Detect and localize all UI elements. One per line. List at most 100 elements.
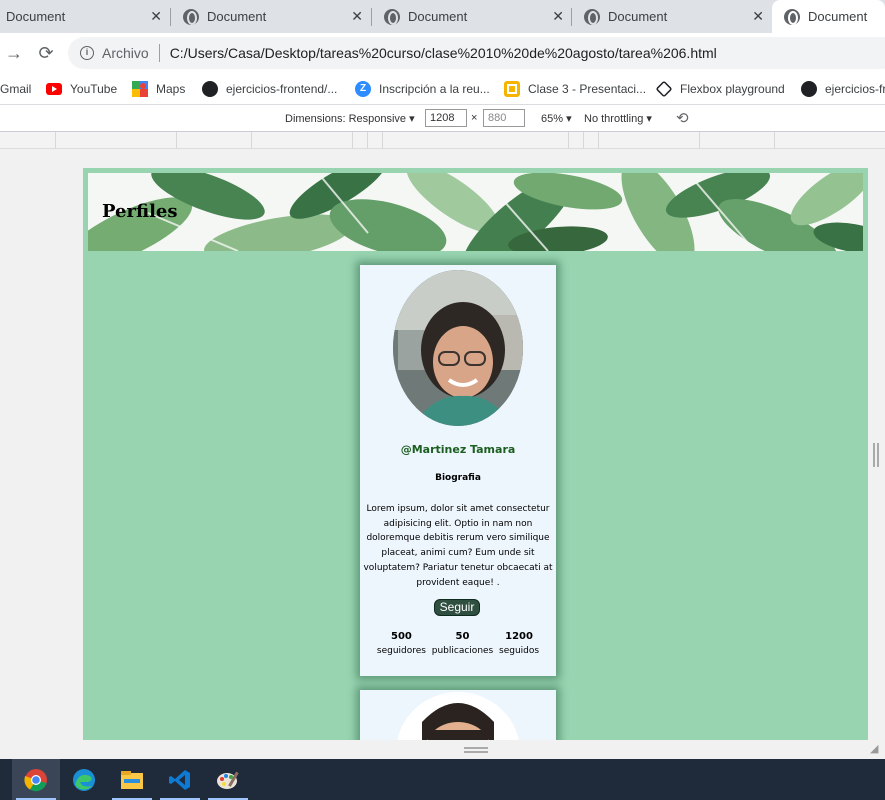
ruler-tick — [583, 132, 584, 149]
youtube-icon — [46, 83, 62, 95]
resize-handle-right[interactable] — [873, 443, 879, 467]
screen: Document ✕ Document ✕ Document ✕ Documen… — [0, 0, 885, 800]
zoom-icon: Z — [355, 81, 371, 97]
profile-card — [360, 690, 556, 740]
close-tab-icon[interactable]: ✕ — [150, 8, 162, 24]
bookmark-github[interactable]: ejercicios-fr — [801, 80, 885, 98]
stat-value: 50 — [455, 631, 470, 642]
ruler-tick — [367, 132, 368, 149]
info-icon[interactable]: i — [80, 46, 94, 60]
tab-title: Document — [408, 9, 468, 24]
edge-icon — [73, 768, 95, 791]
width-input[interactable]: 1208 — [425, 109, 467, 127]
globe-icon — [183, 8, 199, 25]
profile-stats: 500 seguidores 50 publicaciones 1200 seg… — [360, 631, 556, 656]
globe-icon — [384, 8, 400, 25]
browser-tab[interactable]: Document ✕ — [372, 0, 572, 33]
taskbar-paint[interactable] — [204, 759, 252, 800]
profile-card: @Martinez Tamara Biografia Lorem ipsum, … — [360, 265, 556, 676]
browser-toolbar: → ⟳ i Archivo C:/Users/Casa/Desktop/tare… — [0, 33, 885, 73]
bookmark-slides[interactable]: Clase 3 - Presentaci... — [504, 80, 646, 98]
bookmark-label: Flexbox playground — [680, 82, 785, 96]
resize-corner-icon[interactable]: ◢ — [870, 742, 882, 755]
throttling-dropdown[interactable]: No throttling ▾ — [584, 112, 652, 125]
rotate-icon[interactable]: ⟲ — [676, 109, 689, 127]
bookmark-codepen[interactable]: Flexbox playground — [655, 80, 785, 98]
bookmark-label: YouTube — [70, 82, 118, 96]
ruler-tick — [699, 132, 700, 149]
url-text: C:/Users/Casa/Desktop/tareas%20curso/cla… — [169, 45, 717, 61]
globe-icon — [584, 8, 600, 25]
address-bar[interactable]: i Archivo C:/Users/Casa/Desktop/tareas%2… — [68, 37, 885, 69]
bio-text: Lorem ipsum, dolor sit amet consectetur … — [363, 504, 553, 588]
resize-handle-bottom[interactable] — [464, 747, 488, 753]
taskbar-vscode[interactable] — [156, 759, 204, 800]
bookmark-label: ejercicios-frontend/... — [226, 82, 338, 96]
stat-following: 1200 seguidos — [499, 631, 539, 656]
stat-value: 500 — [391, 631, 412, 642]
bookmark-label: Inscripción a la reu... — [379, 82, 490, 96]
bookmark-label: Maps — [156, 82, 186, 96]
profile-photo-image — [397, 692, 519, 740]
omnibox-divider — [158, 44, 160, 62]
stat-followers: 500 seguidores — [377, 631, 426, 656]
bio-heading: Biografia — [435, 473, 481, 483]
ruler-tick — [176, 132, 177, 149]
codepen-icon — [655, 80, 673, 98]
tab-strip: Document ✕ Document ✕ Document ✕ Documen… — [0, 0, 885, 33]
profile-photo — [393, 270, 523, 426]
follow-button[interactable]: Seguir — [434, 599, 480, 616]
browser-tab[interactable]: Document ✕ — [0, 0, 170, 33]
bookmark-gmail[interactable]: Gmail — [0, 80, 31, 98]
taskbar-file-explorer[interactable] — [108, 759, 156, 800]
taskbar-chrome[interactable] — [12, 759, 60, 800]
zoom-dropdown[interactable]: 65% ▾ — [541, 112, 572, 125]
maps-icon — [132, 81, 148, 97]
close-tab-icon[interactable]: ✕ — [752, 8, 764, 24]
dimensions-dropdown[interactable]: Dimensions: Responsive ▾ — [285, 112, 415, 125]
bookmark-maps[interactable]: Maps — [132, 80, 185, 98]
header-banner: Perfiles — [88, 173, 863, 251]
browser-tab[interactable]: Document ✕ — [572, 0, 772, 33]
taskbar — [0, 759, 885, 800]
page-title: Perfiles — [102, 201, 178, 222]
file-explorer-icon — [121, 770, 143, 789]
times-sign: × — [471, 112, 478, 124]
media-query-bar — [0, 132, 885, 149]
ruler-tick — [568, 132, 569, 149]
slides-icon — [504, 81, 520, 97]
profile-username: @Martinez Tamara — [400, 443, 516, 456]
bookmarks-bar: Gmail YouTube Maps ejercicios-frontend/.… — [0, 73, 885, 105]
globe-icon — [784, 8, 800, 25]
close-tab-icon[interactable]: ✕ — [351, 8, 363, 24]
taskbar-edge[interactable] — [60, 759, 108, 800]
stat-label: seguidores — [376, 646, 426, 656]
ruler-tick — [352, 132, 353, 149]
profile-photo-image — [393, 270, 523, 426]
leaf-pattern-image — [88, 173, 863, 251]
ruler-tick — [598, 132, 599, 149]
bookmark-github[interactable]: ejercicios-frontend/... — [202, 80, 337, 98]
github-icon — [202, 81, 218, 97]
page-viewport: Perfiles @Martinez Tamara Biografia Lore… — [83, 168, 868, 740]
close-tab-icon[interactable]: ✕ — [552, 8, 564, 24]
ruler-tick — [774, 132, 775, 149]
tab-title: Document — [207, 9, 267, 24]
zoom-label: 65% — [541, 113, 564, 125]
dimensions-label: Dimensions: Responsive — [285, 113, 407, 125]
browser-tab[interactable]: Document ✕ — [171, 0, 371, 33]
chrome-icon — [24, 768, 47, 791]
tab-title: Document — [808, 9, 868, 24]
height-input[interactable]: 880 — [483, 109, 525, 127]
forward-icon[interactable]: → — [2, 41, 26, 65]
browser-tab-active[interactable]: Document — [772, 0, 885, 33]
bookmark-zoom[interactable]: Z Inscripción a la reu... — [355, 80, 490, 98]
stat-label: publicaciones — [431, 646, 494, 656]
paint-icon — [217, 771, 239, 789]
ruler-tick — [251, 132, 252, 149]
reload-icon[interactable]: ⟳ — [34, 41, 58, 65]
bookmark-youtube[interactable]: YouTube — [46, 80, 117, 98]
bookmark-label: Clase 3 - Presentaci... — [528, 82, 647, 96]
stat-posts: 50 publicaciones — [432, 631, 493, 656]
ruler-tick — [55, 132, 56, 149]
